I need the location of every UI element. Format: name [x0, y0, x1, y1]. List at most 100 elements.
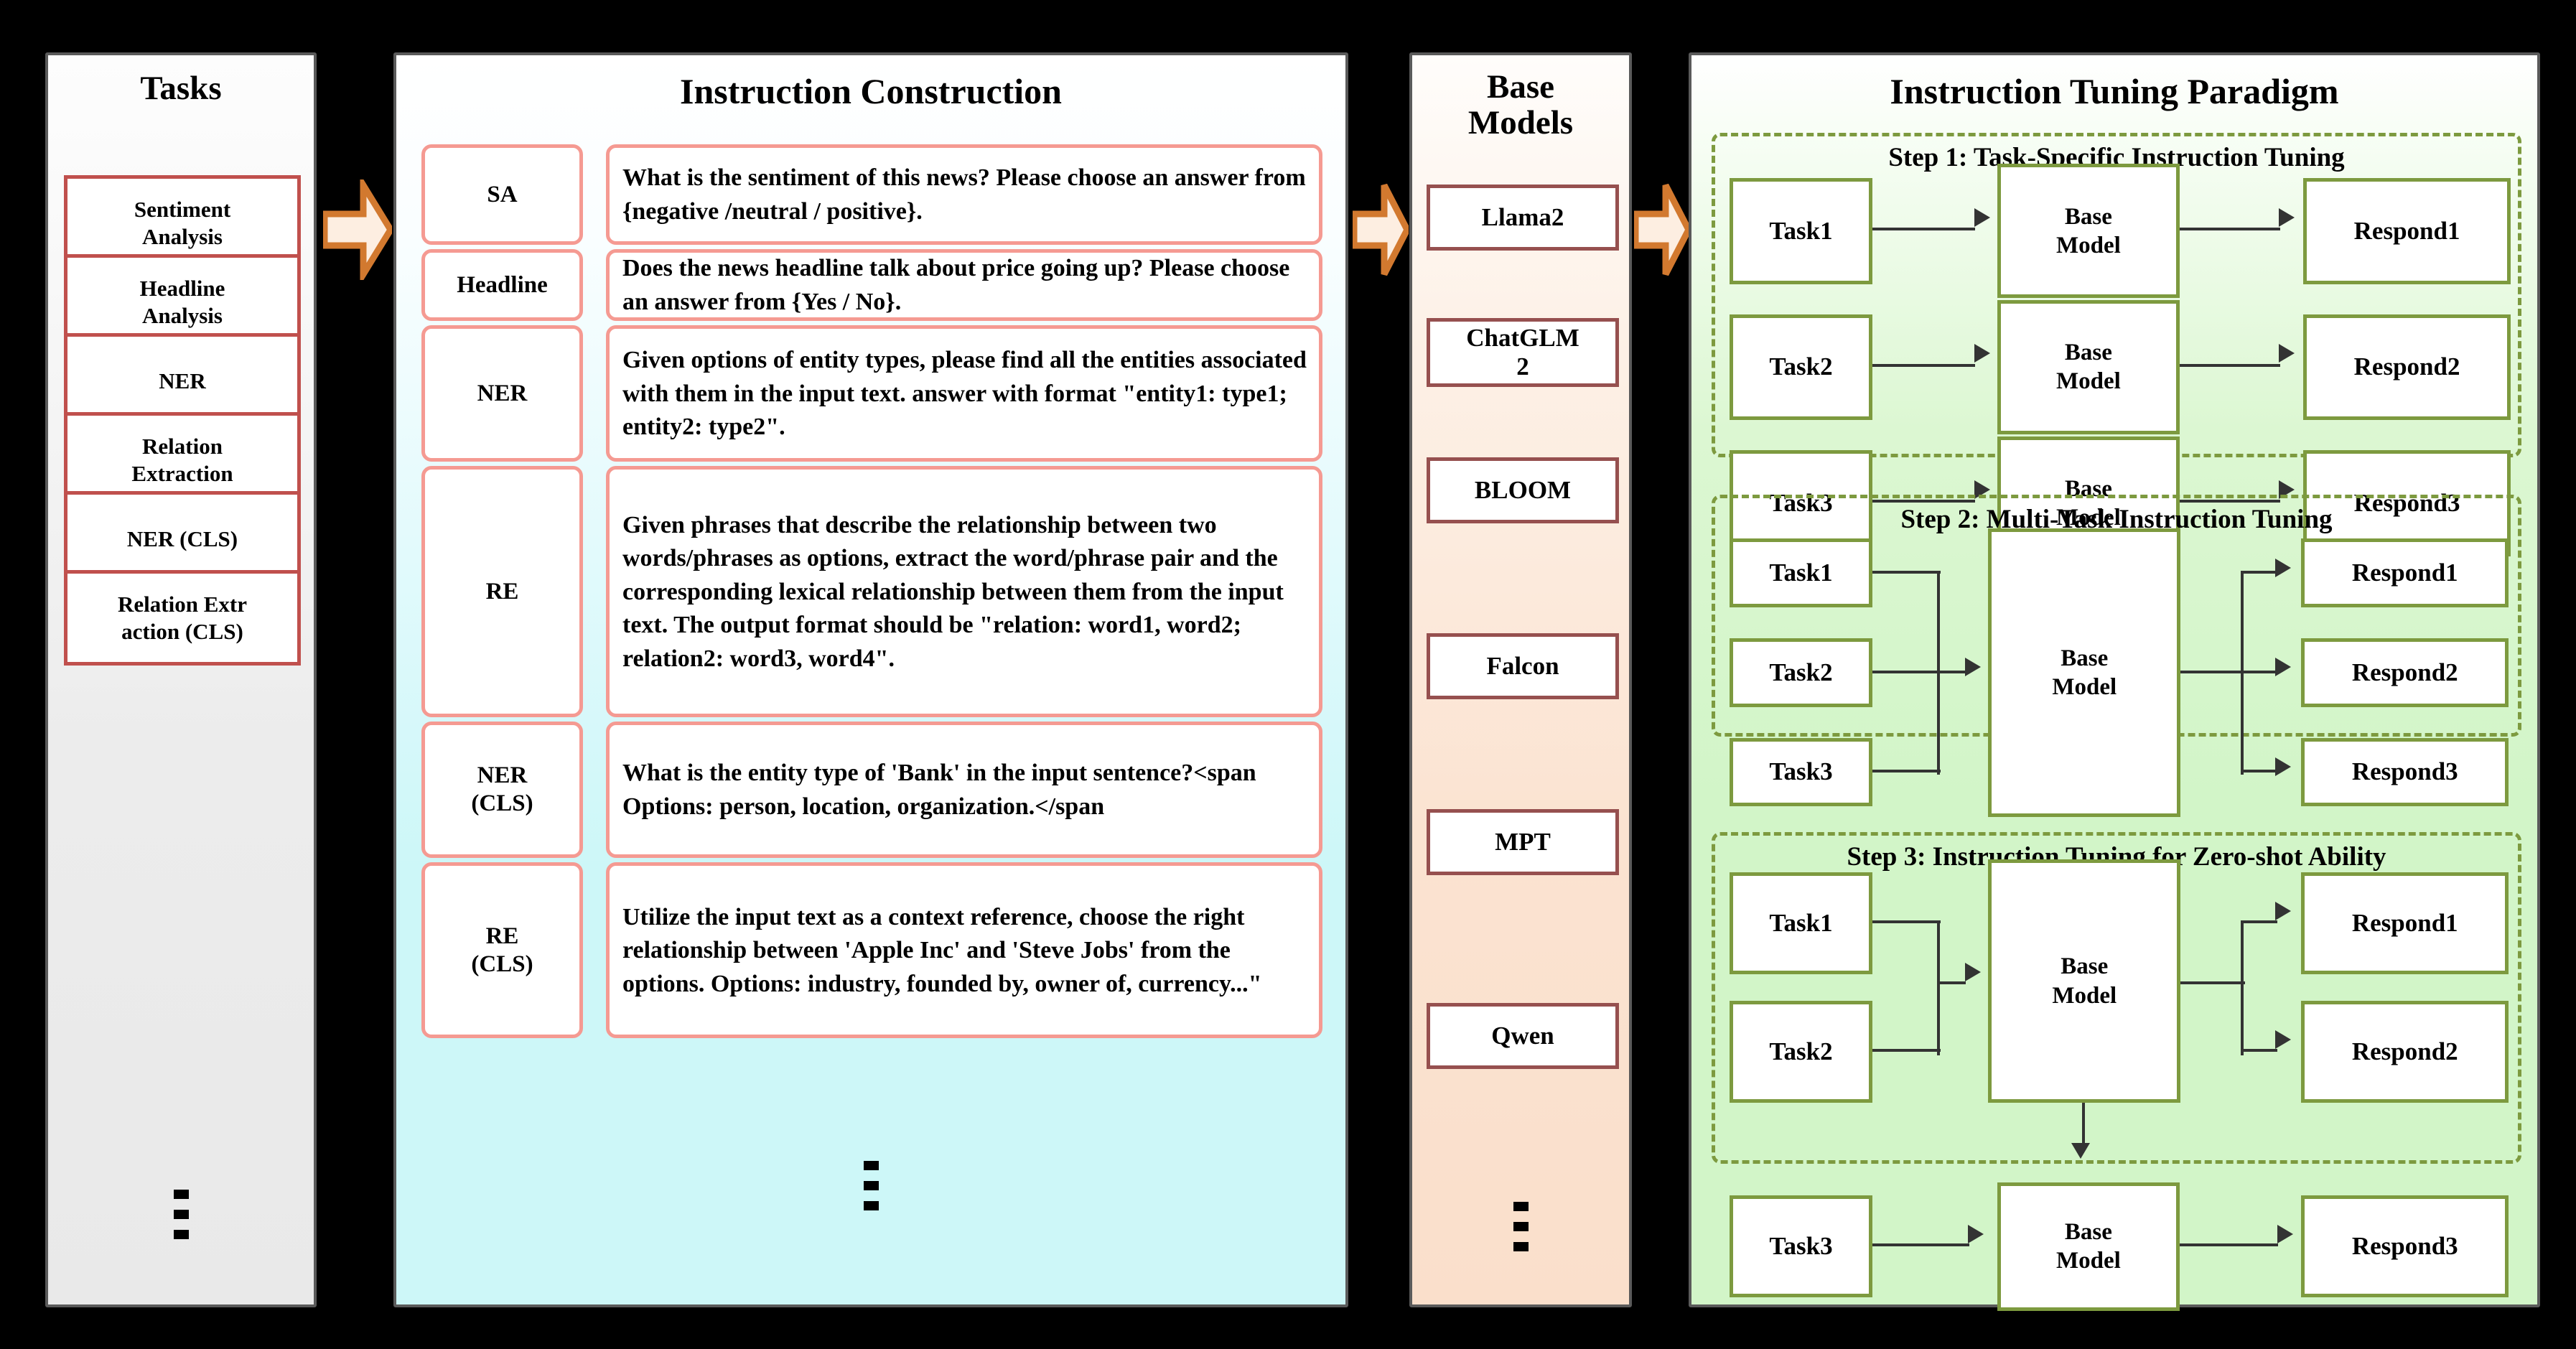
step3-connector-out-bus — [2241, 920, 2244, 1055]
step3-connector-task3-model2 — [1872, 1243, 1969, 1246]
box-label: Task2 — [1769, 658, 1833, 686]
flow-arrow-models-to-paradigm — [1632, 179, 1693, 280]
step2-respond1-box[interactable]: Respond1 — [2301, 538, 2509, 608]
step3-arrowhead-respond1 — [2274, 902, 2291, 921]
instruction-row: RE (CLS) Utilize the input text as a cont… — [396, 862, 1345, 1038]
box-label: Task1 — [1769, 908, 1833, 937]
model-box-falcon[interactable]: Falcon — [1427, 633, 1619, 699]
step3-respond2-box[interactable]: Respond2 — [2301, 1001, 2509, 1103]
instruction-label-text: NER — [477, 380, 528, 406]
model-box-chatglm2[interactable]: ChatGLM 2 — [1427, 318, 1619, 387]
instruction-label-headline[interactable]: Headline — [421, 249, 583, 321]
box-label: Base Model — [2055, 340, 2121, 395]
step1-respond1-box[interactable]: Respond1 — [2302, 178, 2511, 284]
instruction-label-ner[interactable]: NER — [421, 325, 583, 462]
instruction-label-re[interactable]: RE — [421, 466, 583, 717]
step2-respond2-box[interactable]: Respond2 — [2301, 638, 2509, 707]
instruction-text-ner[interactable]: Given options of entity types, please fi… — [606, 325, 1322, 462]
box-label: Respond1 — [2351, 908, 2458, 937]
right-arrow-icon — [1632, 183, 1693, 276]
box-label: Base Model — [2055, 1218, 2121, 1274]
step1-task1-box[interactable]: Task1 — [1729, 178, 1873, 284]
step2-connector-task2-model — [1872, 670, 1966, 673]
step3-task3-box[interactable]: Task3 — [1729, 1195, 1873, 1298]
step1-task2-box[interactable]: Task2 — [1729, 314, 1873, 421]
step3-connector-respond2 — [2241, 1048, 2277, 1052]
box-label: Respond2 — [2351, 658, 2458, 686]
step2-connector-task3 — [1872, 770, 1941, 773]
step2-task1-box[interactable]: Task1 — [1729, 538, 1873, 608]
instruction-label-text: RE (CLS) — [471, 923, 533, 977]
instruction-text-re-cls[interactable]: Utilize the input text as a context refe… — [606, 862, 1322, 1038]
step1-respond2-box[interactable]: Respond2 — [2302, 314, 2511, 421]
instruction-text-ner-cls[interactable]: What is the entity type of 'Bank' in the… — [606, 722, 1322, 858]
model-label: MPT — [1495, 827, 1551, 856]
instruction-text-content: Given phrases that describe the relation… — [622, 511, 1284, 672]
step2-base-model-box[interactable]: Base Model — [1988, 528, 2181, 817]
instruction-text-re[interactable]: Given phrases that describe the relation… — [606, 466, 1322, 717]
step-3-container: Step 3: Instruction Tuning for Zero-shot… — [1712, 832, 2521, 1311]
instruction-text-content: Does the news headline talk about price … — [622, 255, 1290, 315]
base-models-panel: Base Models Llama2 ChatGLM 2 BLOOM Falcon … — [1409, 52, 1632, 1307]
step3-connector-task1 — [1872, 920, 1941, 923]
instruction-vertical-ellipsis-icon — [396, 1161, 1345, 1210]
step2-arrowhead-model — [1964, 658, 1981, 677]
box-label: Task3 — [1769, 757, 1833, 786]
step2-task2-box[interactable]: Task2 — [1729, 638, 1873, 707]
instruction-label-text: Headline — [457, 271, 548, 298]
instruction-label-re-cls[interactable]: RE (CLS) — [421, 862, 583, 1038]
step2-task3-box[interactable]: Task3 — [1729, 737, 1873, 807]
box-label: Task3 — [1769, 1231, 1833, 1260]
task-label: Headline Analysis — [139, 275, 225, 328]
paradigm-panel-title: Instruction Tuning Paradigm — [1890, 71, 2339, 111]
task-label: Relation Extraction — [131, 433, 233, 486]
step3-arrowhead-respond2 — [2274, 1030, 2291, 1050]
model-label: ChatGLM 2 — [1466, 323, 1579, 381]
task-box-relation-extraction-cls[interactable]: Relation Extr action (CLS) — [64, 570, 301, 666]
box-label: Base Model — [2052, 953, 2117, 1009]
model-label: Qwen — [1491, 1021, 1554, 1050]
step3-task1-box[interactable]: Task1 — [1729, 872, 1873, 975]
instruction-text-content: What is the entity type of 'Bank' in the… — [622, 760, 1256, 820]
step3-arrowhead-respond3 — [2277, 1225, 2293, 1244]
step3-respond3-box[interactable]: Respond3 — [2301, 1195, 2509, 1298]
step-1-container: Step 1: Task-Specific Instruction Tuning… — [1712, 133, 2521, 571]
right-arrow-icon — [321, 174, 395, 286]
step2-arrowhead-respond3 — [2274, 757, 2291, 776]
instruction-label-text: SA — [487, 181, 518, 207]
instruction-label-sa[interactable]: SA — [421, 144, 583, 245]
right-arrow-icon — [1350, 183, 1411, 276]
instruction-label-ner-cls[interactable]: NER (CLS) — [421, 722, 583, 858]
step3-connector-model2-respond3 — [2180, 1243, 2278, 1246]
model-label: BLOOM — [1474, 475, 1572, 504]
step1-model1-box[interactable]: Base Model — [1997, 164, 2180, 299]
instruction-row: SA What is the sentiment of this news? P… — [396, 144, 1345, 245]
step1-model2-box[interactable]: Base Model — [1997, 299, 2180, 435]
instruction-text-headline[interactable]: Does the news headline talk about price … — [606, 249, 1322, 321]
task-label: NER (CLS) — [126, 526, 238, 551]
instruction-text-sa[interactable]: What is the sentiment of this news? Plea… — [606, 144, 1322, 245]
model-box-mpt[interactable]: MPT — [1427, 809, 1619, 875]
base-models-panel-title: Base Models — [1467, 68, 1574, 141]
instruction-panel-title: Instruction Construction — [680, 71, 1062, 111]
model-label: Falcon — [1486, 651, 1559, 680]
step3-respond1-box[interactable]: Respond1 — [2301, 872, 2509, 975]
step3-task2-box[interactable]: Task2 — [1729, 1001, 1873, 1103]
box-label: Respond1 — [2351, 558, 2458, 587]
model-box-llama2[interactable]: Llama2 — [1427, 185, 1619, 251]
instruction-row: NER (CLS) What is the entity type of 'Ban… — [396, 722, 1345, 858]
box-label: Respond1 — [2353, 216, 2460, 245]
instruction-text-content: What is the sentiment of this news? Plea… — [622, 164, 1306, 225]
model-box-qwen[interactable]: Qwen — [1427, 1003, 1619, 1069]
model-box-bloom[interactable]: BLOOM — [1427, 457, 1619, 523]
step3-connector-model1-model2 — [2082, 1103, 2086, 1147]
step2-respond3-box[interactable]: Respond3 — [2301, 737, 2509, 807]
step3-base-model-1-box[interactable]: Base Model — [1988, 859, 2181, 1103]
step1-arrowhead-respond1 — [2279, 207, 2295, 227]
step1-connector-model2-respond2 — [2180, 363, 2280, 367]
base-models-vertical-ellipsis-icon — [1412, 1202, 1629, 1251]
step3-connector-respond1 — [2241, 920, 2277, 923]
instruction-text-content: Given options of entity types, please fi… — [622, 347, 1307, 441]
step3-base-model-2-box[interactable]: Base Model — [1997, 1182, 2180, 1311]
step2-connector-task1 — [1872, 571, 1941, 574]
